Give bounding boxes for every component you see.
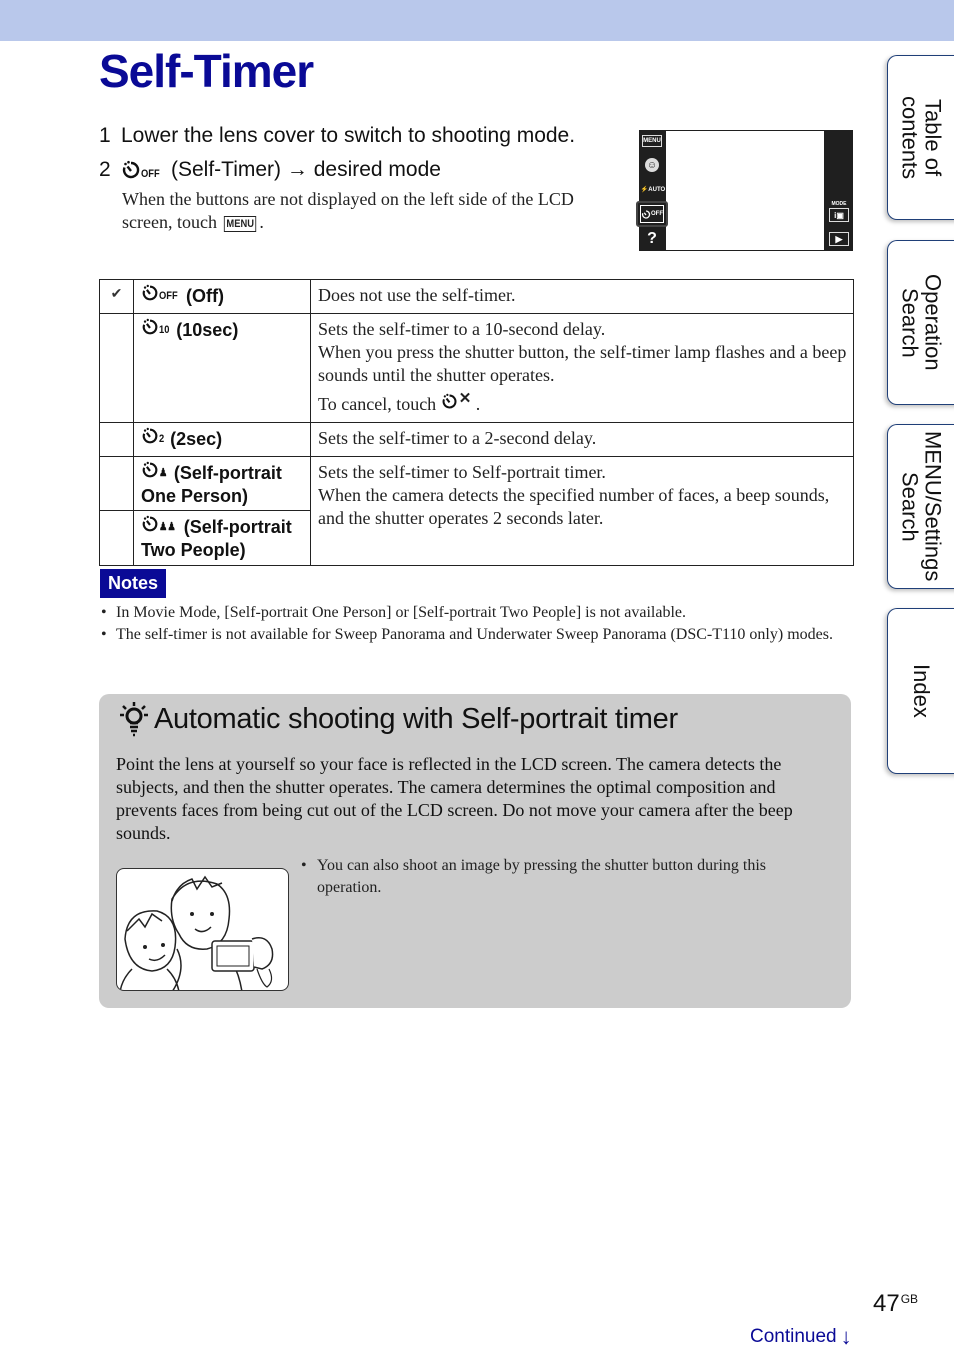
help-icon: ? <box>647 230 657 247</box>
check-cell <box>99 313 134 423</box>
header-bar <box>0 0 954 41</box>
step-number: 2 <box>99 158 111 181</box>
self-timer-10sec-icon: 10 <box>141 318 171 336</box>
tab-label: Operation Search <box>897 274 946 371</box>
tip-body: Point the lens at yourself so your face … <box>116 754 793 843</box>
tip-title: Automatic shooting with Self-portrait ti… <box>117 700 678 738</box>
mode-label: MODE <box>831 201 847 207</box>
table-row: 2 (2sec) Sets the self-timer to a 2-seco… <box>99 422 854 457</box>
tip-note-item: You can also shoot an image by pressing … <box>299 855 819 899</box>
tab-label: Table of contents <box>897 95 946 180</box>
lightbulb-hint-icon <box>120 702 148 737</box>
camera-mode-icon: i▣ <box>829 208 849 222</box>
tab-operation-search[interactable]: Operation Search <box>887 240 954 405</box>
lcd-menu-button: MENU <box>642 135 662 147</box>
self-timer-off-icon: OFF <box>141 284 181 302</box>
lcd-display-area <box>666 131 824 250</box>
table-row: ♟ (Self-portrait One Person) Sets the se… <box>99 456 854 566</box>
playback-icon: ▶ <box>829 232 849 246</box>
table-row: 10 (10sec) Sets the self-timer to a 10-s… <box>99 313 854 423</box>
arrow-down-icon: ↓ <box>840 1324 852 1349</box>
step-2: 2 OFF (Self-Timer) → desired mode <box>99 158 441 182</box>
check-cell <box>99 422 134 457</box>
notes-list: In Movie Mode, [Self-portrait One Person… <box>99 602 854 645</box>
self-timer-modes-table: ✔ OFF (Off) Does not use the self-timer.… <box>99 279 854 566</box>
mode-description: Does not use the self-timer. <box>310 279 854 314</box>
continued-link[interactable]: Continued ↓ <box>750 1324 852 1350</box>
self-portrait-two-people-icon: ♟♟ <box>141 515 179 533</box>
mode-description: Sets the self-timer to Self-portrait tim… <box>310 456 854 566</box>
tab-table-of-contents[interactable]: Table of contents <box>887 55 954 220</box>
mode-name: ♟♟ (Self-portrait Two People) <box>133 510 311 566</box>
lcd-self-timer-button: OFF <box>636 201 668 227</box>
lcd-screen-illustration: MENU ☺ ⚡AUTO OFF ? MODE i▣ ▶ <box>636 130 853 251</box>
page-title: Self-Timer <box>99 45 314 97</box>
self-timer-2sec-icon: 2 <box>141 427 165 445</box>
self-timer-icon: OFF <box>640 205 664 223</box>
page-number: 47GB <box>873 1290 919 1317</box>
tip-box: Automatic shooting with Self-portrait ti… <box>99 694 851 1008</box>
step-description: When the buttons are not displayed on th… <box>122 189 574 232</box>
self-timer-icon: OFF <box>121 160 163 180</box>
tab-label: MENU/Settings Search <box>897 431 946 582</box>
note-item: The self-timer is not available for Swee… <box>99 624 854 646</box>
mode-name: 2 (2sec) <box>133 422 311 457</box>
step-text: Lower the lens cover to switch to shooti… <box>121 124 576 147</box>
mode-name: 10 (10sec) <box>133 313 311 423</box>
tab-menu-settings-search[interactable]: MENU/Settings Search <box>887 424 954 589</box>
tab-label: Index <box>909 664 934 718</box>
note-item: In Movie Mode, [Self-portrait One Person… <box>99 602 854 624</box>
flash-auto-icon: ⚡AUTO <box>640 186 666 193</box>
mode-description: Sets the self-timer to a 10-second delay… <box>310 313 854 423</box>
tip-note-list: You can also shoot an image by pressing … <box>299 855 819 899</box>
cancel-self-timer-icon: ✕ <box>441 387 471 410</box>
notes-badge: Notes <box>100 569 166 598</box>
step-number: 1 <box>99 124 111 147</box>
check-cell <box>99 456 134 511</box>
tab-index[interactable]: Index <box>887 608 954 774</box>
self-portrait-illustration <box>116 868 289 991</box>
mode-name: ♟ (Self-portrait One Person) <box>133 456 311 511</box>
mode-description: Sets the self-timer to a 2-second delay. <box>310 422 854 457</box>
menu-button-icon: MENU <box>223 215 257 232</box>
check-cell <box>99 510 134 566</box>
smile-icon: ☺ <box>645 158 659 172</box>
default-check-icon: ✔ <box>99 279 134 314</box>
step-1: 1 Lower the lens cover to switch to shoo… <box>99 124 575 148</box>
table-row: ✔ OFF (Off) Does not use the self-timer. <box>99 279 854 314</box>
mode-name: OFF (Off) <box>133 279 311 314</box>
step-text: (Self-Timer) → desired mode <box>171 158 441 181</box>
self-portrait-one-person-icon: ♟ <box>141 461 169 479</box>
